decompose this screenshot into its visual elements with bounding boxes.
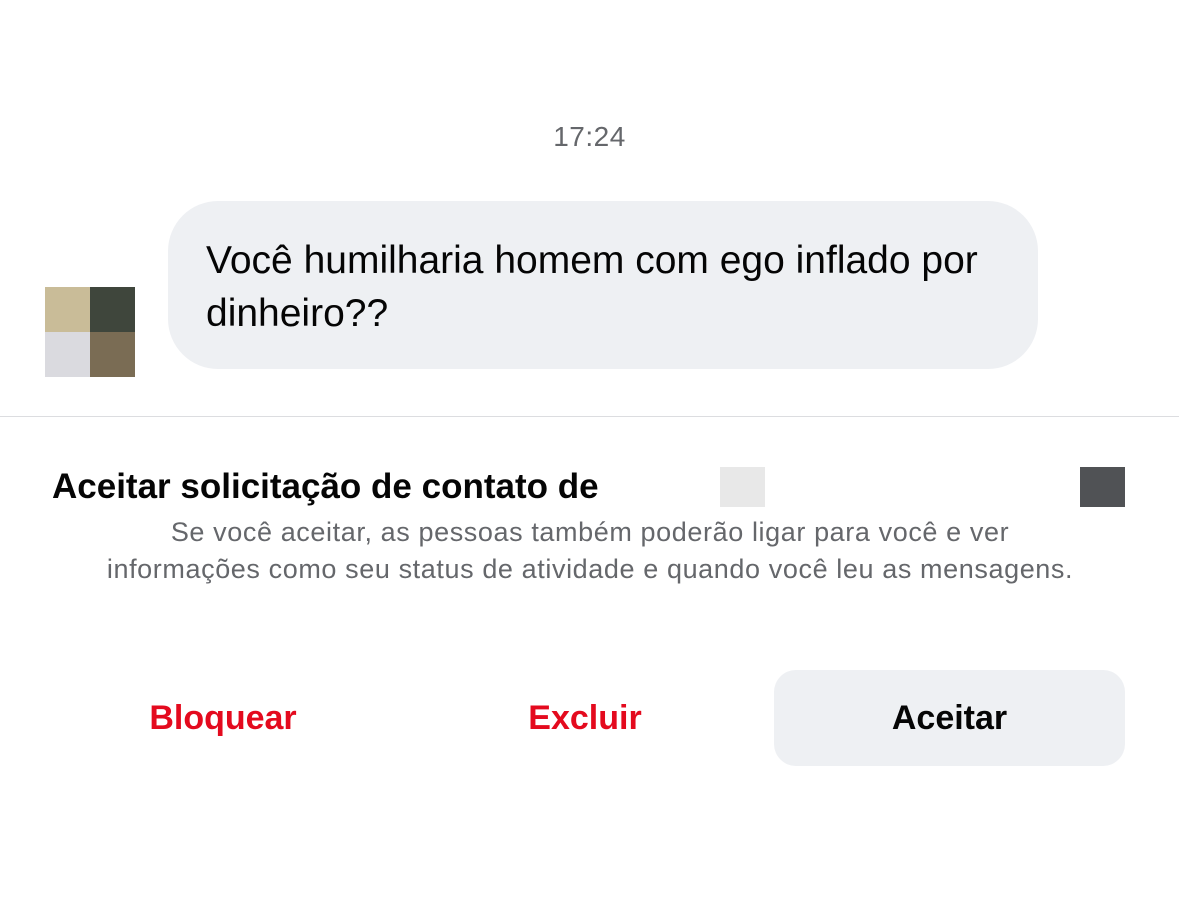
request-actions: Bloquear Excluir Aceitar: [45, 670, 1125, 766]
message-text: Você humilharia homem com ego inflado po…: [206, 239, 978, 335]
avatar-pixel: [90, 332, 135, 377]
block-button-label: Bloquear: [149, 698, 297, 737]
message-bubble[interactable]: Você humilharia homem com ego inflado po…: [168, 201, 1038, 369]
avatar-pixel: [90, 287, 135, 332]
accept-button-label: Aceitar: [891, 698, 1008, 737]
request-title: Aceitar solicitação de contato de: [52, 467, 599, 506]
accept-button[interactable]: Aceitar: [774, 670, 1125, 766]
redacted-name-block: [720, 467, 765, 507]
avatar-pixel: [45, 287, 90, 332]
delete-button[interactable]: Excluir: [407, 670, 763, 766]
redacted-name-block: [1080, 467, 1125, 507]
block-button[interactable]: Bloquear: [45, 670, 401, 766]
sender-avatar[interactable]: [45, 287, 135, 377]
message-timestamp: 17:24: [553, 121, 626, 152]
avatar-pixel: [45, 332, 90, 377]
delete-button-label: Excluir: [528, 698, 642, 737]
request-description: Se você aceitar, as pessoas também poder…: [106, 517, 1074, 584]
divider: [0, 416, 1179, 417]
